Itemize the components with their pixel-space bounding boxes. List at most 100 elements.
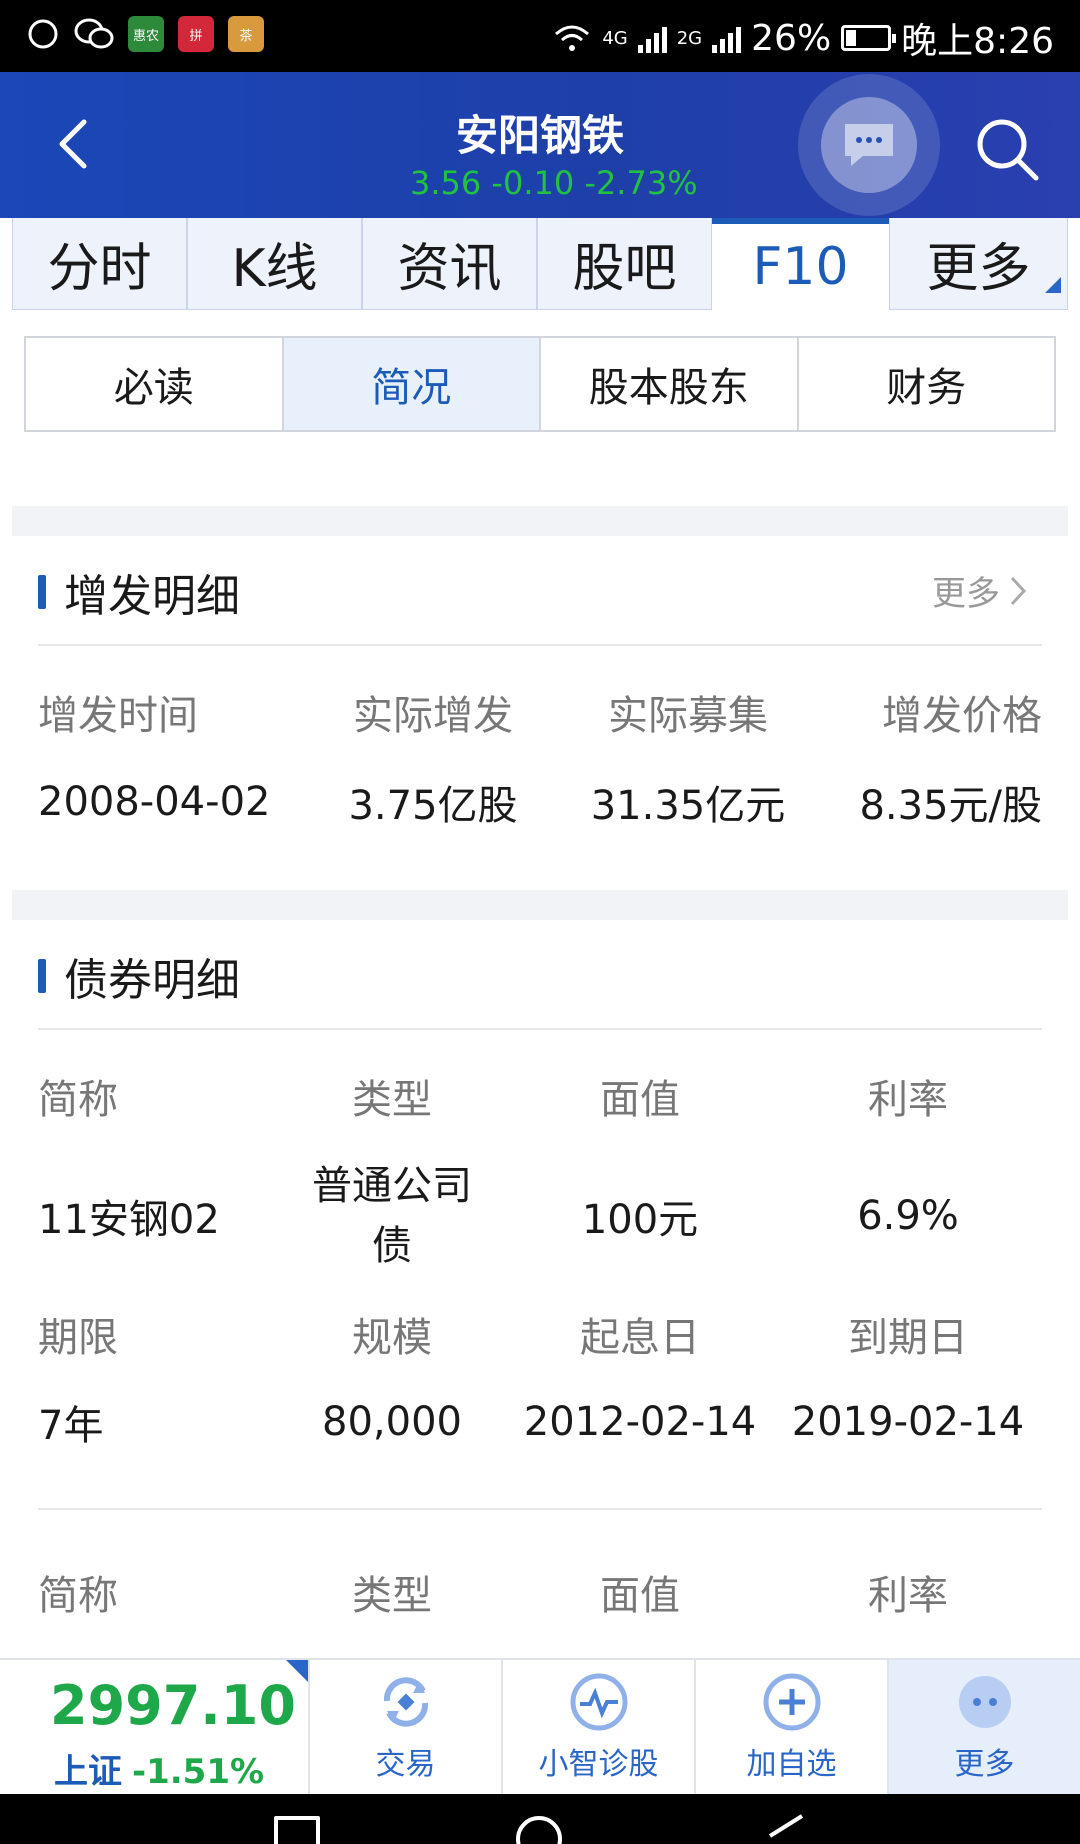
tab-fenshi[interactable]: 分时 [12,218,187,310]
clock: 晚上8:26 [901,21,1054,62]
bond-header-cell: 面值 [600,1573,680,1619]
bond-section-header: 债券明细 [38,944,240,1008]
bond-header-row: 简称 类型 面值 利率 [38,1560,1042,1624]
nav-more[interactable]: 更多 [889,1660,1080,1794]
tab-more-label: 更多 [926,239,1031,299]
network-2g-label: 2G [676,27,703,49]
bond-header-cell: 简称 [38,1573,118,1619]
chevron-right-icon [1010,576,1027,605]
plus-circle-icon [763,1673,820,1731]
tab-f10[interactable]: F10 [712,218,889,310]
pulse-icon [570,1673,627,1731]
main-tabs: 分时 K线 资讯 股吧 F10 更多 [12,218,1068,310]
bond-value-row: 11安钢02 普通公司债 100元 6.9% [38,1156,1042,1276]
tab-more[interactable]: 更多 [889,218,1068,310]
nav-trade-label: 交易 [375,1747,436,1782]
section-marker [38,959,46,993]
bond-section-title: 债券明细 [64,955,240,1006]
trade-exchange-icon [383,1677,428,1727]
subtab-finance[interactable]: 财务 [799,338,1055,430]
index-name: 上证 [54,1752,122,1792]
bond-value-cell: 6.9% [857,1193,959,1239]
subtab-must-read[interactable]: 必读 [26,338,284,430]
system-back-icon[interactable] [762,1812,810,1844]
placement-header-cell: 实际募集 [608,693,768,739]
placement-value-cell: 31.35亿元 [590,783,786,829]
placement-value-row: 2008-04-02 3.75亿股 31.35亿元 8.35元/股 [38,770,1042,834]
wifi-icon [555,25,590,51]
corner-triangle-icon [286,1660,308,1682]
nav-more-label: 更多 [954,1747,1015,1782]
bond-value-cell: 11安钢02 [38,1197,220,1243]
bond-header-cell: 起息日 [580,1315,700,1361]
more-dots-icon [958,1676,1011,1728]
bond-value-row: 7年 80,000 2012-02-14 2019-02-14 [38,1390,1042,1454]
bond-header-cell: 规模 [352,1315,432,1361]
home-icon[interactable] [516,1816,562,1844]
wechat-icon [74,18,114,49]
subtab-shareholders[interactable]: 股本股东 [541,338,799,430]
bond-header-cell: 面值 [600,1077,680,1123]
stock-quote: 3.56 -0.10 -2.73% [410,164,698,202]
network-4g-label: 4G [602,27,628,49]
placement-value-cell: 8.35元/股 [859,783,1042,829]
nav-trade[interactable]: 交易 [310,1660,503,1794]
bond-value-cell: 2019-02-14 [791,1399,1025,1445]
chat-bubble-icon [845,124,893,166]
app-huinong-icon: 惠农 [128,16,164,52]
bond-value-cell: 80,000 [322,1399,462,1445]
battery-icon [841,25,897,51]
signal-4g-icon [637,23,667,53]
tab-news[interactable]: 资讯 [362,218,537,310]
bond-header-cell: 期限 [38,1315,118,1361]
bond-header-row: 简称 类型 面值 利率 [38,1064,1042,1128]
nav-diagnose[interactable]: 小智诊股 [503,1660,696,1794]
bond-value-cell: 2012-02-14 [523,1399,757,1445]
placement-header-row: 增发时间 实际增发 实际募集 增发价格 [38,680,1042,744]
nav-diagnose-label: 小智诊股 [538,1747,659,1782]
subtab-overview[interactable]: 简况 [283,338,541,430]
placement-header-cell: 增发时间 [38,693,198,739]
signal-2g-icon [712,23,742,53]
loading-ring-icon [28,19,58,49]
bond-header-cell: 到期日 [848,1315,968,1361]
section-marker [38,575,46,609]
index-value: 2997.10 [50,1674,296,1737]
bond-header-cell: 利率 [868,1077,948,1123]
bond-header-row: 期限 规模 起息日 到期日 [38,1302,1042,1366]
placement-value-cell: 3.75亿股 [348,783,518,829]
system-nav-bar [0,1794,1080,1844]
index-label: 上证 -1.51% [54,1744,264,1793]
bond-value-cell: 7年 [38,1403,104,1449]
placement-header-cell: 实际增发 [353,693,513,739]
nav-add-watchlist-label: 加自选 [746,1747,837,1782]
tab-kline[interactable]: K线 [187,218,362,310]
bond-header-cell: 利率 [868,1573,948,1619]
sub-tabs: 必读 简况 股本股东 财务 [24,336,1056,432]
section-gap [12,890,1068,920]
app-pin-icon: 拼 [178,16,214,52]
index-change: -1.51% [132,1752,265,1792]
recent-apps-icon[interactable] [274,1816,320,1844]
divider [38,1508,1042,1510]
index-ticker[interactable]: 2997.10 上证 -1.51% [0,1660,310,1794]
more-link-label: 更多 [932,574,1000,614]
status-bar: 惠农 拼 茶 4G 2G 26% 晚上8:26 [0,0,1080,72]
stock-header: 安阳钢铁 3.56 -0.10 -2.73% [0,72,1080,218]
nav-add-watchlist[interactable]: 加自选 [696,1660,889,1794]
bottom-bar: 2997.10 上证 -1.51% 交易 小智诊股 加自选 更多 [0,1658,1080,1794]
corner-triangle-icon [1045,277,1061,293]
tab-forum[interactable]: 股吧 [537,218,712,310]
placement-more-link[interactable]: 更多 [932,566,1028,615]
battery-percent: 26% [751,17,832,59]
chat-button[interactable] [798,74,940,216]
bond-header-cell: 类型 [352,1573,432,1619]
search-icon[interactable] [972,114,1044,186]
section-gap [12,506,1068,536]
divider [38,644,1042,646]
divider [38,1028,1042,1030]
bond-header-cell: 类型 [352,1077,432,1123]
bond-value-cell: 普通公司债 [312,1163,472,1269]
bond-value-cell: 100元 [581,1197,699,1243]
placement-section-header: 增发明细 [38,560,240,624]
